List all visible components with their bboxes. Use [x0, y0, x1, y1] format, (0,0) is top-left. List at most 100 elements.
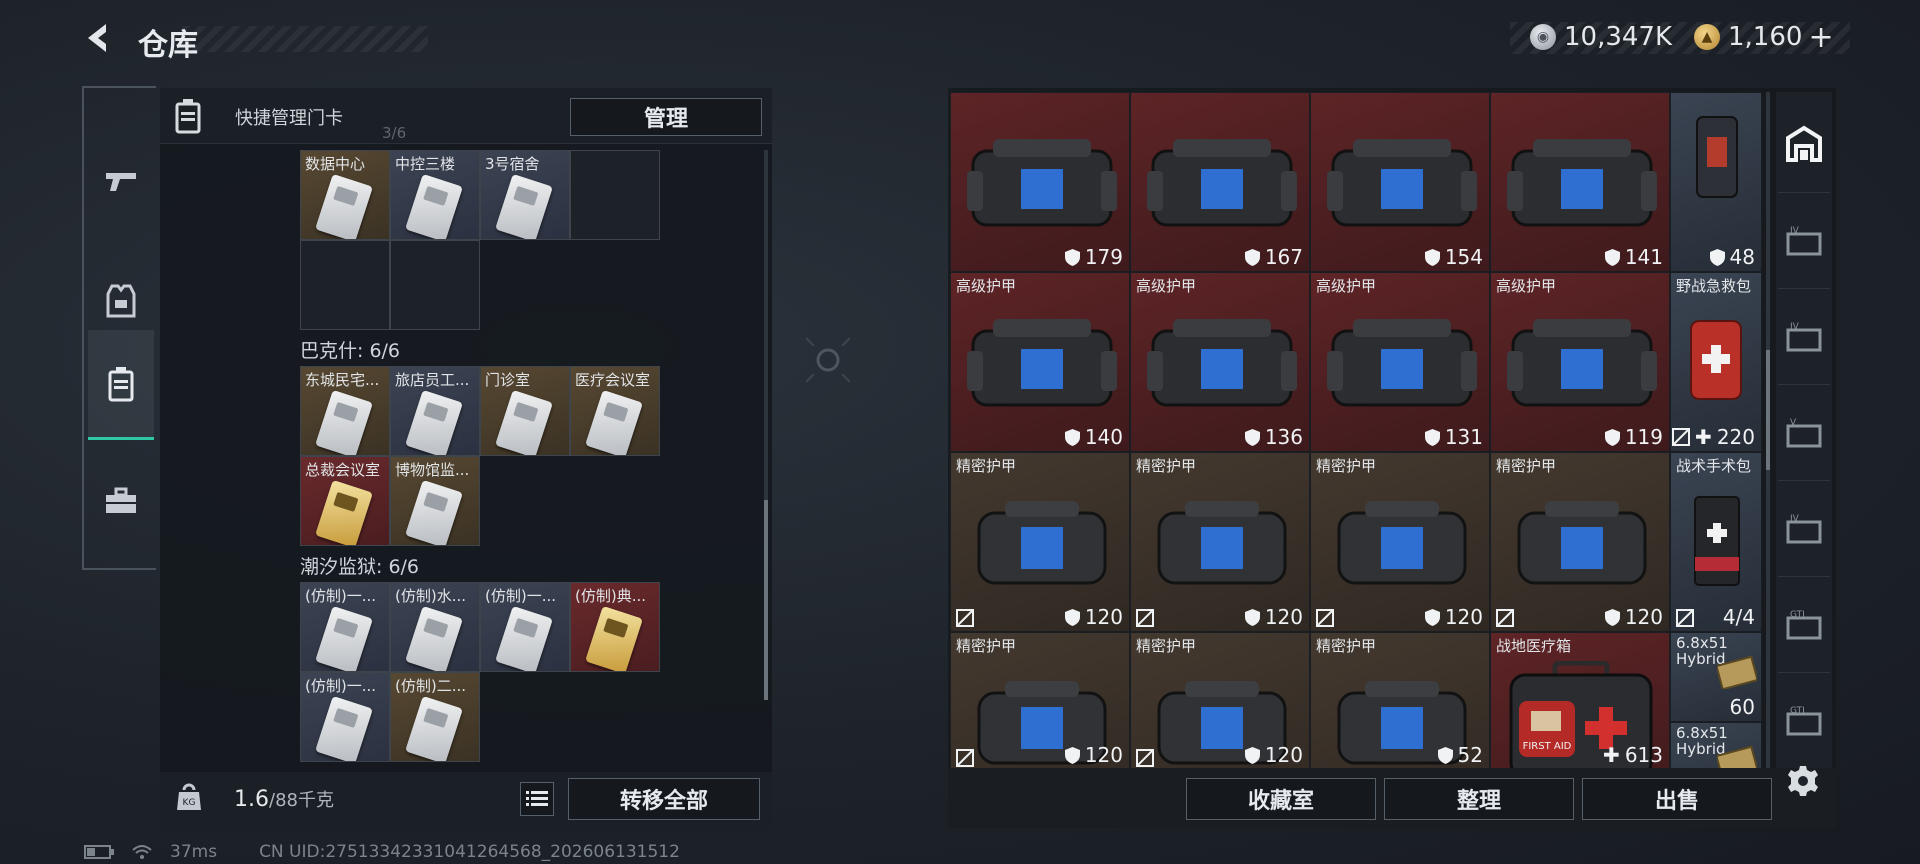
tab-storage-box[interactable]: IV	[1778, 288, 1830, 384]
armor-item[interactable]: 精密护甲 120	[1130, 452, 1310, 632]
keycard-slot[interactable]: 数据中心	[300, 150, 390, 240]
storage-box-icon: GTI	[1786, 706, 1822, 735]
armor-item[interactable]: 154	[1310, 92, 1490, 272]
keycard-holder-icon	[175, 99, 201, 134]
tab-storage-box[interactable]: GTI	[1778, 672, 1830, 768]
keycard-slot[interactable]: (仿制)一...	[300, 672, 390, 762]
armor-item[interactable]: 精密护甲 120	[1490, 452, 1670, 632]
keycard-slot-empty[interactable]	[300, 240, 390, 330]
keycard-slot-empty[interactable]	[570, 150, 660, 240]
svg-text:V: V	[1790, 418, 1797, 428]
vest-item[interactable]: 48	[1670, 92, 1762, 272]
nav-keycards[interactable]	[88, 330, 154, 440]
list-icon	[526, 791, 548, 806]
heavy-armor-bag-icon	[967, 319, 1117, 407]
gold-amount: 1,160	[1728, 22, 1803, 52]
armor-item[interactable]: 高级护甲 131	[1310, 272, 1490, 452]
armor-item[interactable]: 高级护甲 136	[1130, 272, 1310, 452]
keycard-slot[interactable]: (仿制)水...	[390, 582, 480, 672]
storage-box-icon: GTI	[1786, 610, 1822, 639]
keycard-slot[interactable]: (仿制)二...	[390, 672, 480, 762]
weight-current: 1.6	[234, 787, 269, 812]
svg-text:IV: IV	[1790, 514, 1800, 524]
surgery-kit-item[interactable]: 战术手术包 4/4	[1670, 452, 1762, 632]
keycard-slot[interactable]: 东城民宅...	[300, 366, 390, 456]
armor-item[interactable]: 高级护甲 119	[1490, 272, 1670, 452]
heavy-armor-bag-icon	[1507, 139, 1657, 227]
keycard-slot[interactable]: (仿制)一...	[300, 582, 390, 672]
heavy-armor-bag-icon	[1327, 139, 1477, 227]
wifi-icon	[132, 845, 152, 859]
tab-storage-box[interactable]: IV	[1778, 480, 1830, 576]
keycard-slot[interactable]: (仿制)一...	[480, 582, 570, 672]
tab-storage-box[interactable]: V	[1778, 384, 1830, 480]
keycard-slot[interactable]: 门诊室	[480, 366, 570, 456]
ammo-item[interactable]: 6.8x51 Hybrid 60	[1670, 722, 1762, 768]
ammo-box-icon	[1717, 655, 1757, 689]
keycard-slot[interactable]: 总裁会议室	[300, 456, 390, 546]
nav-toolbox[interactable]	[88, 446, 154, 556]
surgery-kit-icon	[1694, 496, 1740, 586]
armor-item[interactable]: 141	[1490, 92, 1670, 272]
status-bar: 37ms CN UID:27513342331041264568_2026061…	[84, 842, 680, 862]
scrollbar-thumb[interactable]	[764, 500, 768, 700]
armor-item[interactable]: 179	[950, 92, 1130, 272]
keycard-slot[interactable]: 3号宿舍	[480, 150, 570, 240]
storage-box-icon: IV	[1786, 322, 1822, 351]
list-view-button[interactable]	[520, 782, 554, 816]
armor-item[interactable]: 精密护甲 52	[1310, 632, 1490, 768]
add-gold-icon[interactable]: +	[1808, 20, 1833, 55]
nav-weapons[interactable]	[88, 126, 154, 236]
heavy-armor-bag-icon	[1147, 139, 1297, 227]
vest-icon	[106, 284, 136, 318]
armor-item[interactable]: 高级护甲 140	[950, 272, 1130, 452]
first-aid-kit-icon	[1690, 320, 1742, 400]
transfer-all-button[interactable]: 转移全部	[568, 778, 760, 820]
heavy-armor-bag-icon	[1147, 319, 1297, 407]
group-title: 巴克什: 6/6	[300, 340, 401, 362]
tab-all-storage[interactable]	[1778, 96, 1830, 192]
gold-currency[interactable]: ▲ 1,160 +	[1694, 20, 1834, 55]
ammo-box-icon	[1717, 745, 1757, 768]
storage-box-icon: V	[1786, 418, 1822, 447]
keycard-slot[interactable]: 博物馆监...	[390, 456, 480, 546]
tab-storage-box[interactable]: GTI	[1778, 576, 1830, 672]
back-arrow-icon[interactable]	[78, 18, 118, 58]
manage-button[interactable]: 管理	[570, 98, 762, 136]
ammo-item[interactable]: 6.8x51 Hybrid 60	[1670, 632, 1762, 722]
pistol-icon	[106, 173, 136, 191]
keycard-slot-empty[interactable]	[390, 240, 480, 330]
medkit-item[interactable]: 野战急救包 ✚ 220	[1670, 272, 1762, 452]
armor-item[interactable]: 167	[1130, 92, 1310, 272]
silver-amount: 10,347K	[1564, 22, 1673, 52]
keycard-holder-icon	[108, 366, 134, 401]
keycard-slot[interactable]: 中控三楼	[390, 150, 480, 240]
weight-display: 1.6/88千克	[234, 786, 334, 812]
precise-armor-bag-icon	[977, 501, 1107, 585]
warehouse-icon	[1786, 125, 1822, 162]
svg-text:IV: IV	[1790, 322, 1800, 332]
group-count-partial: 3/6	[382, 124, 407, 142]
field-medical-box-item[interactable]: 战地医疗箱 FIRST AID ✚ 613	[1490, 632, 1670, 768]
storage-scrollbar-thumb[interactable]	[1766, 350, 1770, 470]
sell-button[interactable]: 出售	[1582, 778, 1772, 820]
keycard-slot[interactable]: 旅店员工...	[390, 366, 480, 456]
left-nav	[82, 86, 156, 570]
collection-room-button[interactable]: 收藏室	[1186, 778, 1376, 820]
armor-item[interactable]: 精密护甲 120	[950, 452, 1130, 632]
svg-text:FIRST AID: FIRST AID	[1523, 741, 1572, 752]
tab-storage-box[interactable]: IV	[1778, 192, 1830, 288]
armor-item[interactable]: 精密护甲 120	[1310, 452, 1490, 632]
keycard-slot[interactable]: 医疗会议室	[570, 366, 660, 456]
precise-armor-bag-icon	[1337, 501, 1467, 585]
settings-gear-icon[interactable]	[1786, 764, 1820, 798]
heavy-armor-bag-icon	[1507, 319, 1657, 407]
gold-coin-icon: ▲	[1694, 24, 1720, 50]
keycard-slot[interactable]: (仿制)典...	[570, 582, 660, 672]
svg-text:KG: KG	[183, 798, 196, 808]
armor-item[interactable]: 精密护甲 120	[950, 632, 1130, 768]
sort-button[interactable]: 整理	[1384, 778, 1574, 820]
item-grid: 179 167 154 141 48 高级护甲 140 高级护甲 136 高级护…	[950, 92, 1762, 768]
briefcase-icon	[106, 487, 136, 513]
armor-item[interactable]: 精密护甲 120	[1130, 632, 1310, 768]
